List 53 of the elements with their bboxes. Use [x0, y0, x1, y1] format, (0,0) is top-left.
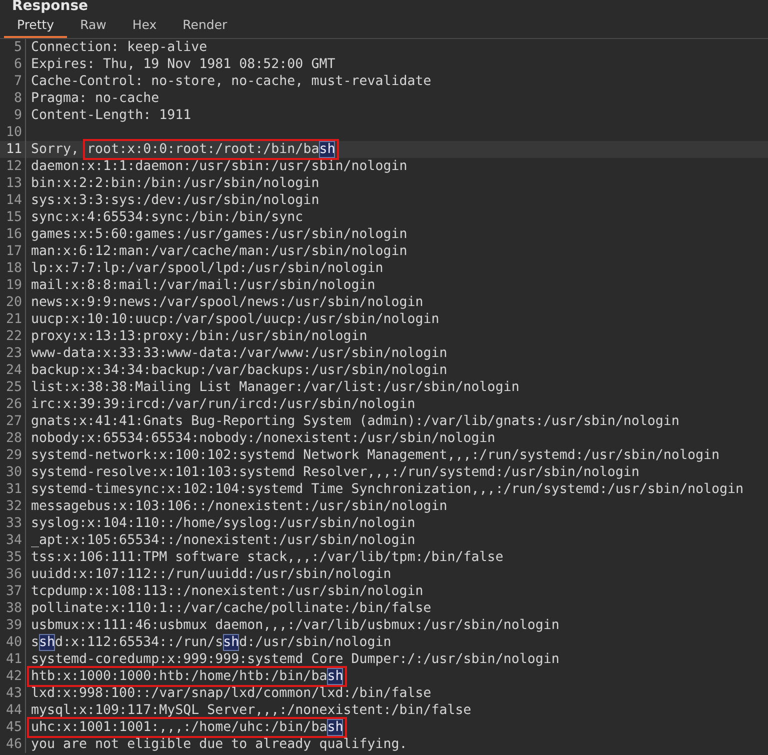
tab[interactable]: Hex [119, 14, 170, 38]
code-text: you are not eligible due to already qualifying. [31, 736, 408, 753]
code-text: daemon:x:1:1:daemon:/usr/sbin:/usr/sbin/nologin [31, 158, 408, 175]
search-match: sh [223, 634, 240, 651]
code-text: htb:x:1000:1000:htb:/home/htb:/bin/ba [31, 668, 328, 685]
code-text: _apt:x:105:65534::/nonexistent:/usr/sbin/nologin [31, 532, 416, 549]
tab[interactable]: Render [170, 14, 240, 38]
code-text: uhc:x:1001:1001:,,,:/home/uhc:/bin/ba [31, 719, 328, 736]
code-text: man:x:6:12:man:/var/cache/man:/usr/sbin/nologin [31, 243, 408, 260]
code-text: irc:x:39:39:ircd:/var/run/ircd:/usr/sbin/nologin [31, 396, 416, 413]
code-text: d:/usr/sbin/nologin [239, 634, 392, 651]
code-text: bin:x:2:2:bin:/bin:/usr/sbin/nologin [31, 175, 320, 192]
code-text: nobody:x:65534:65534:nobody:/nonexistent:/usr/sbin/nologin [31, 430, 496, 447]
code-text: d:x:112:65534::/run/s [55, 634, 224, 651]
code-text: syslog:x:104:110::/home/syslog:/usr/sbin/nologin [31, 515, 416, 532]
code-text: Connection: keep-alive [31, 39, 208, 56]
code-text: lp:x:7:7:lp:/var/spool/lpd:/usr/sbin/nologin [31, 260, 384, 277]
code-text: sys:x:3:3:sys:/dev:/usr/sbin/nologin [31, 192, 320, 209]
panel-title: Response [11, 0, 90, 14]
code-text: Content-Length: 1911 [31, 107, 192, 124]
code-text: www-data:x:33:33:www-data:/var/www:/usr/sbin/nologin [31, 345, 448, 362]
search-match: sh [327, 668, 344, 685]
search-match: sh [327, 719, 344, 736]
code-text: proxy:x:13:13:proxy:/bin:/usr/sbin/nologin [31, 328, 368, 345]
code-text: Cache-Control: no-store, no-cache, must-revalidate [31, 73, 432, 90]
code-text: s [31, 634, 40, 651]
code-text: tcpdump:x:108:113::/nonexistent:/usr/sbin/nologin [31, 583, 424, 600]
code-text: mysql:x:109:117:MySQL Server,,,:/nonexistent:/bin/false [31, 702, 472, 719]
code-text: systemd-network:x:100:102:systemd Network Management,,,:/run/systemd:/usr/sbin/nologin [31, 447, 720, 464]
code-text: Sorry, [31, 141, 80, 158]
search-match: sh [39, 634, 56, 651]
code-text: gnats:x:41:41:Gnats Bug-Reporting System (admin):/var/lib/gnats:/usr/sbin/nologin [31, 413, 680, 430]
code-text: uucp:x:10:10:uucp:/var/spool/uucp:/usr/sbin/nologin [31, 311, 440, 328]
code-text: Pragma: no-cache [31, 90, 160, 107]
code-text: lxd:x:998:100::/var/snap/lxd/common/lxd:/bin/false [31, 685, 432, 702]
code-text: Expires: Thu, 19 Nov 1981 08:52:00 GMT [31, 56, 336, 73]
code-text: mail:x:8:8:mail:/var/mail:/usr/sbin/nologin [31, 277, 376, 294]
code-text: tss:x:106:111:TPM software stack,,,:/var/lib/tpm:/bin/false [31, 549, 504, 566]
code-text: messagebus:x:103:106::/nonexistent:/usr/sbin/nologin [31, 498, 448, 515]
tab[interactable]: Raw [67, 14, 120, 38]
code-text: systemd-timesync:x:102:104:systemd Time Synchronization,,,:/run/systemd:/usr/sbin/nologin [31, 481, 744, 498]
code-text: pollinate:x:110:1::/var/cache/pollinate:/bin/false [31, 600, 432, 617]
code-text: games:x:5:60:games:/usr/games:/usr/sbin/nologin [31, 226, 408, 243]
code-text: sync:x:4:65534:sync:/bin:/bin/sync [31, 209, 304, 226]
code-text: usbmux:x:111:46:usbmux daemon,,,:/var/lib/usbmux:/usr/sbin/nologin [31, 617, 560, 634]
code-text: systemd-resolve:x:101:103:systemd Resolver,,,:/run/systemd:/usr/sbin/nologin [31, 464, 640, 481]
code-text: backup:x:34:34:backup:/var/backups:/usr/sbin/nologin [31, 362, 448, 379]
code-text: systemd-coredump:x:999:999:systemd Core Dumper:/:/usr/sbin/nologin [31, 651, 560, 668]
search-match: sh [319, 141, 336, 158]
code-text: list:x:38:38:Mailing List Manager:/var/list:/usr/sbin/nologin [31, 379, 520, 396]
code-text: uuidd:x:107:112::/run/uuidd:/usr/sbin/nologin [31, 566, 392, 583]
code-text: root:x:0:0:root:/root:/bin/ba [87, 141, 320, 158]
code-text: news:x:9:9:news:/var/spool/news:/usr/sbin/nologin [31, 294, 424, 311]
